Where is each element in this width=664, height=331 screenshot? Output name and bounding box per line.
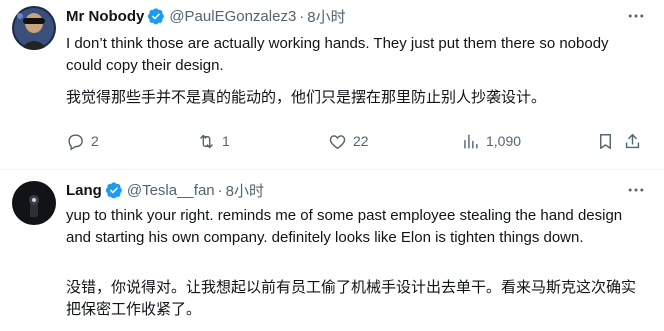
bookmark-button[interactable] <box>596 130 615 152</box>
tweet-text: I don’t think those are actually working… <box>66 35 609 74</box>
verified-badge-icon <box>148 8 165 25</box>
tweet-header: Mr Nobody @PaulEGonzalez3 · 8小时 <box>66 6 346 26</box>
avatar[interactable] <box>12 6 56 50</box>
bookmark-icon <box>600 133 611 149</box>
views-count: 1,090 <box>486 133 522 149</box>
like-count: 22 <box>353 133 369 149</box>
reply-count: 2 <box>91 133 99 149</box>
tweet-translation: 我觉得那些手并不是真的能动的，他们只是摆在那里防止别人抄袭设计。 <box>66 89 547 106</box>
verified-badge-icon <box>105 182 122 199</box>
tweet-translation: 没错，你说得对。让我想起以前有员工偷了机械手设计出去单干。看来马斯克这次确实把保… <box>66 279 637 318</box>
author-name[interactable]: Lang <box>66 182 102 199</box>
more-options-icon[interactable] <box>626 6 646 26</box>
avatar-image <box>12 6 56 50</box>
retweet-icon <box>200 134 213 148</box>
timestamp[interactable]: 8小时 <box>307 6 345 27</box>
views-button[interactable]: 1,090 <box>461 130 521 152</box>
like-icon <box>329 134 346 149</box>
share-button[interactable] <box>623 130 642 152</box>
tweet-2[interactable]: Lang @Tesla__fan · 8小时 yup to think your… <box>0 170 664 331</box>
retweet-count: 1 <box>222 133 230 149</box>
timestamp[interactable]: 8小时 <box>226 180 264 201</box>
tweet-header: Lang @Tesla__fan · 8小时 <box>66 180 264 200</box>
author-handle[interactable]: @Tesla__fan <box>127 182 215 199</box>
like-button[interactable]: 22 <box>328 130 369 152</box>
avatar[interactable] <box>12 181 56 225</box>
tweet-actions: 2 1 22 1,090 <box>66 130 640 152</box>
reply-button[interactable]: 2 <box>66 130 99 152</box>
views-icon <box>464 133 478 149</box>
tweet-text: yup to think your right. reminds me of s… <box>66 207 623 246</box>
tweet-1[interactable]: Mr Nobody @PaulEGonzalez3 · 8小时 I don’t … <box>0 0 664 170</box>
avatar-image <box>12 181 56 225</box>
author-name[interactable]: Mr Nobody <box>66 8 144 25</box>
more-options-icon[interactable] <box>626 180 646 200</box>
author-handle[interactable]: @PaulEGonzalez3 <box>169 8 296 25</box>
separator: · <box>299 7 305 25</box>
reply-icon <box>68 133 83 151</box>
share-icon <box>625 133 640 148</box>
retweet-button[interactable]: 1 <box>197 130 230 152</box>
separator: · <box>217 181 223 199</box>
